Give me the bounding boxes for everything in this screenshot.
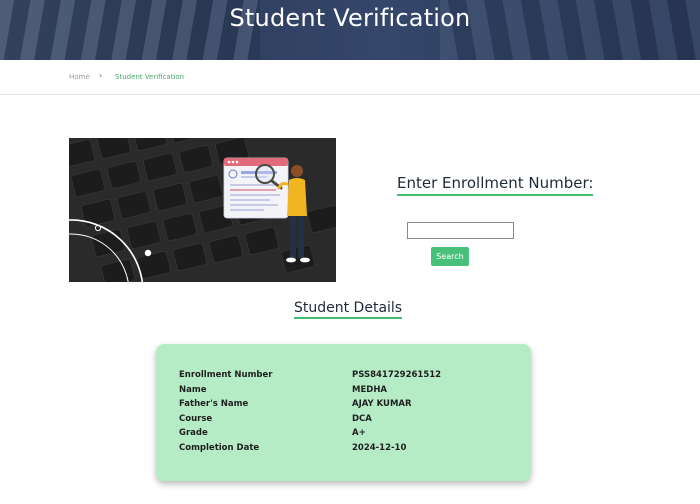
detail-row-course: Course DCA [179, 414, 519, 428]
detail-label: Grade [179, 428, 208, 439]
detail-label: Completion Date [179, 443, 260, 453]
breadcrumb: Home › Student Verification [0, 60, 700, 95]
detail-row-enrollment-number: Enrollment Number PSS841729261512 [179, 370, 519, 384]
search-button[interactable]: Search [431, 247, 469, 266]
detail-row-fathers-name: Father's Name AJAY KUMAR [179, 399, 519, 413]
page-title: Student Verification [229, 4, 471, 32]
breadcrumb-home-link[interactable]: Home [69, 73, 90, 81]
detail-value: 2024-12-10 [352, 443, 407, 453]
detail-label: Enrollment Number [179, 370, 273, 380]
enrollment-number-input[interactable] [407, 222, 514, 239]
detail-label: Name [179, 384, 207, 395]
student-details-card: Enrollment Number PSS841729261512 Name M… [156, 344, 531, 481]
detail-value: A+ [352, 428, 366, 439]
student-details-heading: Student Details [294, 300, 403, 319]
breadcrumb-current: Student Verification [115, 73, 185, 81]
detail-value: MEDHA [352, 384, 388, 395]
enrollment-heading: Enter Enrollment Number: [397, 174, 594, 196]
detail-row-name: Name MEDHA [179, 385, 519, 399]
detail-label: Course [179, 413, 213, 424]
detail-label: Father's Name [179, 399, 249, 410]
verification-illustration [69, 138, 336, 282]
detail-value: DCA [352, 413, 372, 424]
chevron-right-icon: › [99, 71, 103, 80]
magnifier-document-illustration [69, 138, 336, 282]
detail-row-grade: Grade A+ [179, 428, 519, 442]
page-header-banner: Student Verification [0, 0, 700, 60]
detail-row-completion-date: Completion Date 2024-12-10 [179, 443, 519, 457]
detail-value: AJAY KUMAR [352, 399, 412, 410]
detail-value: PSS841729261512 [352, 370, 442, 380]
